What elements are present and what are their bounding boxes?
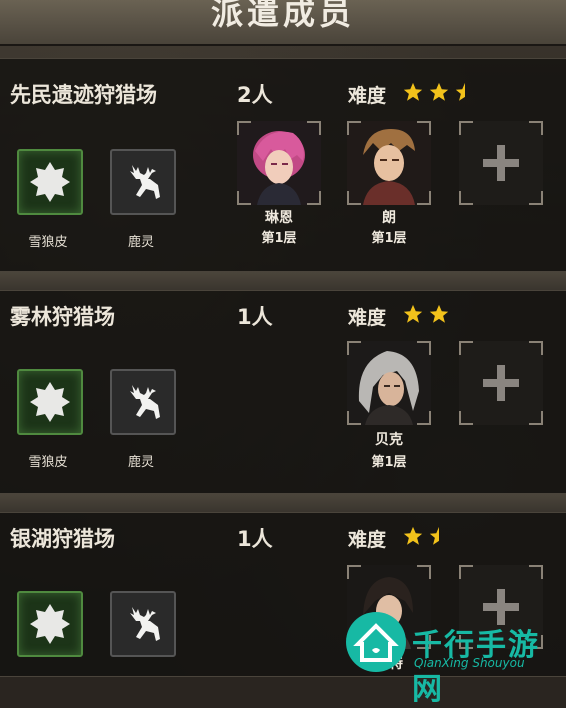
member-slot[interactable]	[347, 341, 431, 425]
member-name: 琳恩	[265, 210, 293, 226]
difficulty-label: 难度	[348, 529, 387, 551]
reward-label: 雪狼皮	[28, 235, 68, 250]
member-level: 第1层	[371, 455, 407, 470]
half-star-icon	[455, 82, 465, 101]
area-name: 雾林狩猎场	[10, 305, 115, 329]
plus-icon	[483, 145, 519, 181]
page-title: 派遣成员	[210, 0, 355, 32]
snowflake-pelt-icon	[30, 604, 70, 644]
member-slot[interactable]	[347, 121, 431, 205]
add-member-slot[interactable]	[459, 341, 543, 425]
member-slot[interactable]	[237, 121, 321, 205]
hunting-area-panel: 先民遗迹狩猎场 2人 难度 雪狼皮 鹿灵 琳恩 第1层 朗 第1层	[0, 58, 566, 272]
reward-label: 雪狼皮	[28, 455, 68, 470]
star-icon	[403, 304, 423, 323]
member-level: 第1层	[371, 231, 407, 246]
deer-icon	[130, 607, 160, 641]
member-count: 2人	[237, 83, 273, 107]
plus-icon	[483, 365, 519, 401]
reward-pelt[interactable]	[17, 369, 83, 435]
add-member-slot[interactable]	[459, 121, 543, 205]
half-star-icon	[429, 526, 439, 545]
difficulty-stars	[402, 525, 450, 547]
difficulty-label: 难度	[348, 307, 387, 329]
section-divider	[0, 272, 566, 290]
reward-deer[interactable]	[110, 149, 176, 215]
difficulty-stars	[402, 303, 450, 325]
hunting-area-panel: 雾林狩猎场 1人 难度 雪狼皮 鹿灵 贝克 第1层	[0, 290, 566, 494]
reward-pelt[interactable]	[17, 149, 83, 215]
header-bar: 派遣成员	[0, 0, 566, 46]
section-divider	[0, 494, 566, 512]
member-name: 朗	[382, 210, 396, 226]
reward-deer[interactable]	[110, 369, 176, 435]
reward-pelt[interactable]	[17, 591, 83, 657]
member-level: 第1层	[261, 231, 297, 246]
area-name: 银湖狩猎场	[10, 527, 115, 551]
star-icon	[403, 82, 423, 101]
snowflake-pelt-icon	[30, 382, 70, 422]
watermark-subtitle: QianXing Shouyou	[414, 656, 525, 670]
house-logo-icon	[346, 612, 406, 672]
deer-icon	[130, 165, 160, 199]
watermark: 千行手游网 QianXing Shouyou	[340, 608, 566, 707]
deer-icon	[130, 385, 160, 419]
member-count: 1人	[237, 527, 273, 551]
star-icon	[403, 526, 423, 545]
star-icon	[429, 304, 449, 323]
reward-deer[interactable]	[110, 591, 176, 657]
reward-label: 鹿灵	[127, 455, 154, 470]
member-count: 1人	[237, 305, 273, 329]
area-name: 先民遗迹狩猎场	[10, 83, 157, 107]
star-icon	[429, 82, 449, 101]
snowflake-pelt-icon	[30, 162, 70, 202]
difficulty-label: 难度	[348, 85, 387, 107]
difficulty-stars	[402, 81, 476, 103]
member-name: 贝克	[375, 432, 403, 448]
reward-label: 鹿灵	[127, 235, 154, 250]
